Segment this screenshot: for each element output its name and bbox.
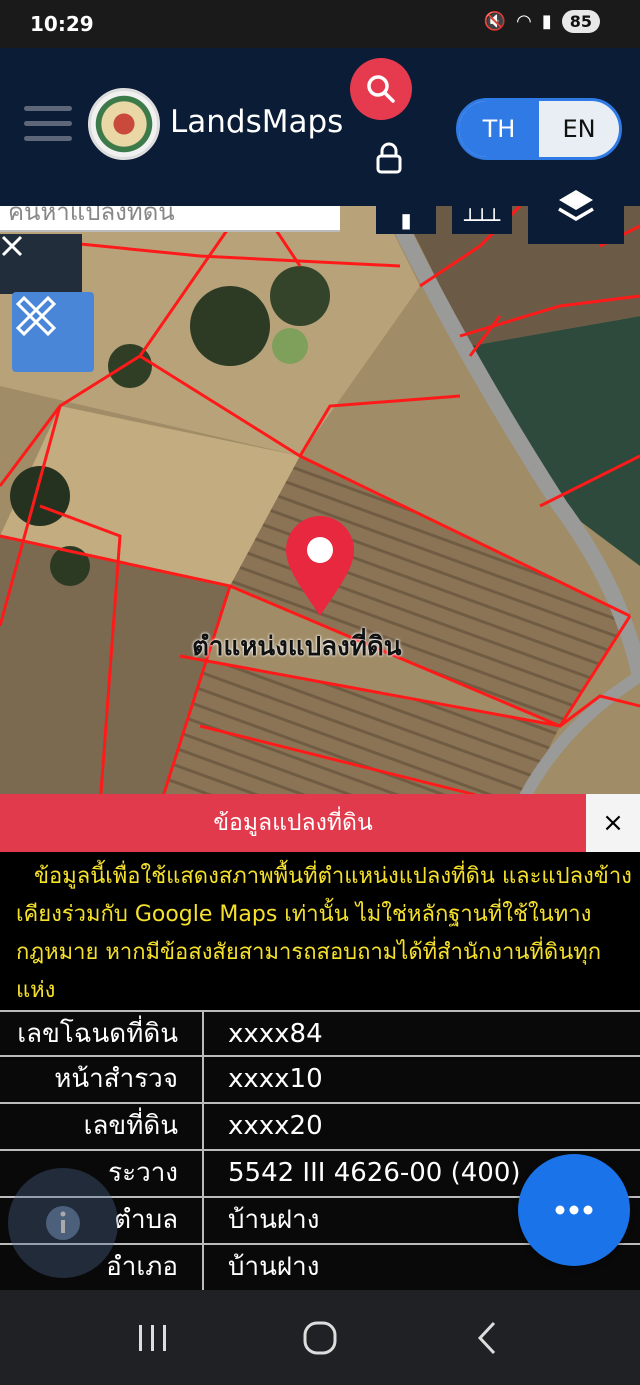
lock-button[interactable] [374,142,404,178]
app-header: LandsMaps TH EN [0,48,640,244]
wifi-icon: ◠ [516,11,532,32]
search-icon [367,75,395,103]
status-icons: 🔇 ◠ ▮ 85 [484,10,600,33]
app-title: LandsMaps [170,104,344,140]
system-nav-bar [0,1290,640,1385]
signal-icon: ▮ [541,11,552,32]
row-label: เลขโฉนดที่ดิน [0,1012,204,1055]
back-button[interactable] [447,1308,527,1368]
back-icon [477,1321,495,1354]
row-label: เลขที่ดิน [0,1104,204,1149]
table-row: เลขที่ดิน xxxx20 [0,1104,640,1151]
table-row: เลขโฉนดที่ดิน xxxx84 [0,1010,640,1057]
more-options-button[interactable] [518,1154,630,1266]
layers-button[interactable] [528,168,624,244]
row-value: xxxx20 [228,1111,323,1141]
row-label: หน้าสำรวจ [0,1057,204,1102]
lock-icon [376,142,402,174]
status-bar: 10:29 🔇 ◠ ▮ 85 [0,0,640,48]
home-button[interactable] [280,1308,360,1368]
info-close-button[interactable]: × [586,794,640,852]
disclaimer-text: ข้อมูลนี้เพื่อใช้แสดงสภาพพื้นที่ตำแหน่งแ… [0,852,640,1010]
ruler-pencil-icon [15,295,57,337]
recent-apps-icon [139,1324,167,1351]
map-search-text: ค้นหาแปลงที่ดิน [8,206,175,226]
table-row: หน้าสำรวจ xxxx10 [0,1057,640,1104]
satellite-map[interactable] [0,206,640,806]
info-button[interactable] [8,1168,118,1278]
home-icon [303,1321,337,1354]
map-tool-button[interactable]: ▮ [376,206,436,234]
recent-apps-button[interactable] [113,1308,193,1368]
lang-th-option[interactable]: TH [459,101,539,157]
info-icon [46,1206,80,1240]
row-value: xxxx10 [228,1064,323,1094]
menu-icon[interactable] [24,106,72,142]
layers-icon [558,190,594,222]
close-tools-button[interactable] [0,234,82,294]
close-icon [1,235,23,257]
search-button[interactable] [350,58,412,120]
more-icon [555,1205,593,1215]
pin-label: ตำแหน่งแปลงที่ดิน [192,632,402,662]
lang-en-option[interactable]: EN [539,101,619,157]
status-time: 10:29 [30,12,94,36]
mute-icon: 🔇 [483,11,507,32]
map-search-input[interactable]: ค้นหาแปลงที่ดิน [0,206,340,232]
language-toggle[interactable]: TH EN [456,98,622,160]
battery-indicator: 85 [561,10,600,33]
map-view[interactable]: ค้นหาแปลงที่ดิน ▮ ┴┴┴ ตำแหน่งแปลงที่ดิน [0,206,640,806]
row-value: xxxx84 [228,1019,323,1049]
info-panel-title: ข้อมูลแปลงที่ดิน [0,794,586,852]
measure-button[interactable] [12,292,94,372]
map-scale-button[interactable]: ┴┴┴ [452,206,512,234]
logo [88,88,160,160]
